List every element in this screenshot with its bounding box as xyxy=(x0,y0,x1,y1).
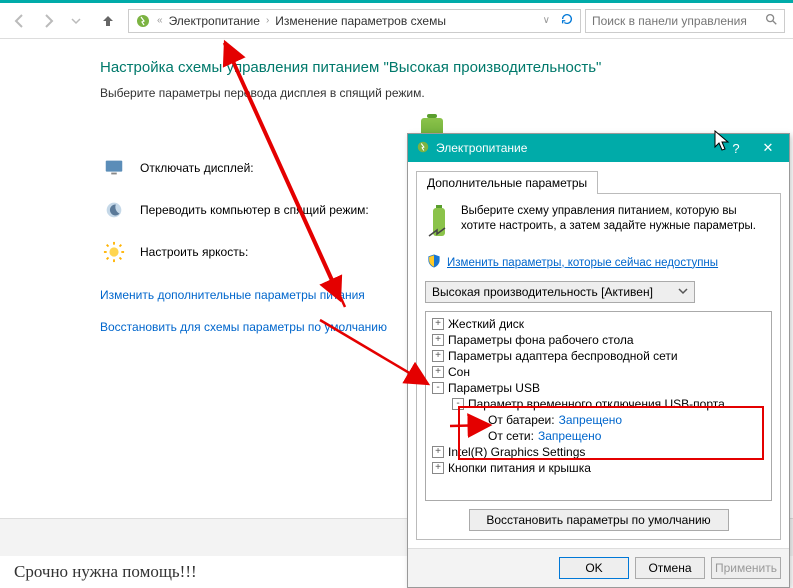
forward-button[interactable] xyxy=(36,9,60,33)
moon-icon xyxy=(100,198,128,222)
apply-button[interactable]: Применить xyxy=(711,557,781,579)
tree-item[interactable]: От батареи: Запрещено xyxy=(428,412,769,428)
ok-button[interactable]: OK xyxy=(559,557,629,579)
tree-label: От батареи: xyxy=(488,413,555,427)
expand-icon[interactable]: + xyxy=(432,366,444,378)
dialog-title: Электропитание xyxy=(436,141,527,155)
power-icon xyxy=(135,13,151,29)
chevron-left-icon: « xyxy=(157,15,163,26)
collapse-icon[interactable]: - xyxy=(452,398,464,410)
tree-label: От сети: xyxy=(488,429,534,443)
collapse-icon[interactable]: - xyxy=(432,382,444,394)
back-button[interactable] xyxy=(8,9,32,33)
chevron-down-icon[interactable]: ∨ xyxy=(543,15,550,26)
tree-item[interactable]: От сети: Запрещено xyxy=(428,428,769,444)
link-change-unavailable[interactable]: Изменить параметры, которые сейчас недос… xyxy=(447,257,718,269)
settings-tree[interactable]: + Жесткий диск + Параметры фона рабочего ст… xyxy=(425,311,772,501)
tab-advanced[interactable]: Дополнительные параметры xyxy=(416,171,598,194)
tree-label: Параметры адаптера беспроводной сети xyxy=(448,349,678,363)
expand-icon[interactable]: + xyxy=(432,334,444,346)
expand-icon[interactable]: + xyxy=(432,446,444,458)
refresh-icon[interactable] xyxy=(560,12,574,29)
restore-defaults-button[interactable]: Восстановить параметры по умолчанию xyxy=(469,509,729,531)
expand-icon[interactable]: + xyxy=(432,462,444,474)
page-title: Настройка схемы управления питанием "Выс… xyxy=(100,59,763,76)
battery-plug-icon xyxy=(425,204,453,246)
expand-icon[interactable]: + xyxy=(432,318,444,330)
plan-dropdown[interactable]: Высокая производительность [Активен] xyxy=(425,281,695,303)
dialog-description: Выберите схему управления питанием, кото… xyxy=(461,204,772,234)
chevron-down-icon xyxy=(678,285,688,299)
chevron-right-icon: › xyxy=(266,15,269,26)
tree-label: Кнопки питания и крышка xyxy=(448,461,591,475)
footer-text: Срочно нужна помощь!!! xyxy=(14,562,197,582)
search-input[interactable] xyxy=(592,14,760,28)
help-button[interactable]: ? xyxy=(723,137,749,159)
tree-item[interactable]: + Параметры фона рабочего стола xyxy=(428,332,769,348)
monitor-icon xyxy=(100,156,128,180)
tree-label: Параметр временного отключения USB-порта xyxy=(468,397,725,411)
dialog-titlebar[interactable]: Электропитание ? ✕ xyxy=(408,134,789,162)
page-subtitle: Выберите параметры перевода дисплея в сп… xyxy=(100,86,763,100)
tree-value[interactable]: Запрещено xyxy=(538,429,601,443)
tree-item[interactable]: -Параметр временного отключения USB-порт… xyxy=(428,396,769,412)
search-icon[interactable] xyxy=(764,12,778,29)
power-options-dialog: Электропитание ? ✕ Дополнительные параме… xyxy=(407,133,790,588)
tree-item[interactable]: + Жесткий диск xyxy=(428,316,769,332)
power-icon xyxy=(416,140,430,157)
breadcrumb-item[interactable]: Изменение параметров схемы xyxy=(275,14,446,28)
tree-label: Intel(R) Graphics Settings xyxy=(448,445,585,459)
sun-icon xyxy=(100,240,128,264)
search-bar[interactable] xyxy=(585,9,785,33)
breadcrumb-item[interactable]: Электропитание xyxy=(169,14,260,28)
tree-label: Сон xyxy=(448,365,470,379)
cancel-button[interactable]: Отмена xyxy=(635,557,705,579)
tree-label: Параметры USB xyxy=(448,381,540,395)
tree-item[interactable]: + Параметры адаптера беспроводной сети xyxy=(428,348,769,364)
tree-label: Жесткий диск xyxy=(448,317,524,331)
tree-item[interactable]: + Intel(R) Graphics Settings xyxy=(428,444,769,460)
toolbar: « Электропитание › Изменение параметров … xyxy=(0,3,793,39)
recent-dropdown[interactable] xyxy=(64,9,88,33)
tab-strip: Дополнительные параметры xyxy=(416,170,781,194)
tree-label: Параметры фона рабочего стола xyxy=(448,333,634,347)
address-bar[interactable]: « Электропитание › Изменение параметров … xyxy=(128,9,581,33)
tree-item[interactable]: -Параметры USB xyxy=(428,380,769,396)
close-button[interactable]: ✕ xyxy=(755,137,781,159)
dialog-buttons: OK Отмена Применить xyxy=(408,548,789,587)
up-button[interactable] xyxy=(96,9,120,33)
expand-icon[interactable]: + xyxy=(432,350,444,362)
shield-icon xyxy=(427,254,441,271)
tree-value[interactable]: Запрещено xyxy=(559,413,622,427)
tree-item[interactable]: + Сон xyxy=(428,364,769,380)
tree-item[interactable]: + Кнопки питания и крышка xyxy=(428,460,769,476)
